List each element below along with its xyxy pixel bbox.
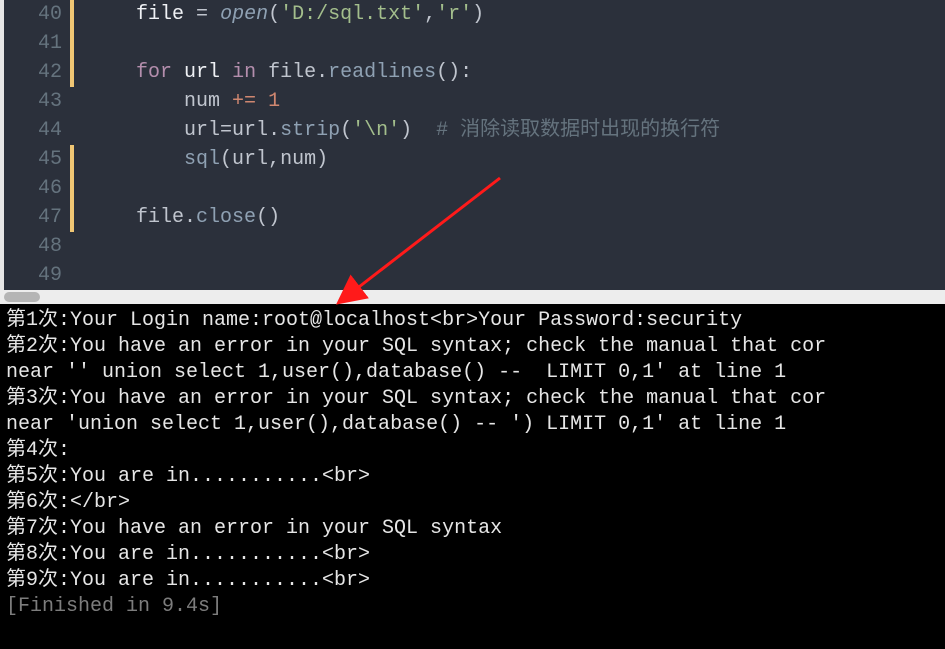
console-line: 第9次:You are in...........<br>: [6, 568, 939, 594]
code-line[interactable]: file = open('D:/sql.txt','r'): [88, 0, 945, 29]
output-console[interactable]: 第1次:Your Login name:root@localhost<br>Yo…: [0, 304, 945, 649]
modified-line-marker: [70, 0, 74, 29]
scrollbar-thumb[interactable]: [4, 292, 40, 302]
code-line[interactable]: num += 1: [88, 87, 945, 116]
console-line: 第5次:You are in...........<br>: [6, 464, 939, 490]
modified-line-marker: [70, 58, 74, 87]
code-line[interactable]: [88, 29, 945, 58]
code-line[interactable]: [88, 261, 945, 290]
modified-line-marker: [70, 145, 74, 174]
code-line[interactable]: [88, 232, 945, 261]
modified-line-marker: [70, 203, 74, 232]
console-line: 第6次:</br>: [6, 490, 939, 516]
code-area[interactable]: file = open('D:/sql.txt','r') for url in…: [76, 0, 945, 290]
line-number: 48: [0, 232, 62, 261]
console-line: 第3次:You have an error in your SQL syntax…: [6, 386, 939, 412]
console-line: 第8次:You are in...........<br>: [6, 542, 939, 568]
console-line: near '' union select 1,user(),database()…: [6, 360, 939, 386]
code-line[interactable]: for url in file.readlines():: [88, 58, 945, 87]
console-finished-line: [Finished in 9.4s]: [6, 594, 939, 620]
code-line[interactable]: file.close(): [88, 203, 945, 232]
line-number: 45: [0, 145, 62, 174]
console-line: near 'union select 1,user(),database() -…: [6, 412, 939, 438]
line-number: 40: [0, 0, 62, 29]
code-line[interactable]: [88, 174, 945, 203]
line-number-gutter: 40414243444546474849: [0, 0, 76, 290]
console-line: 第1次:Your Login name:root@localhost<br>Yo…: [6, 308, 939, 334]
horizontal-scrollbar[interactable]: [0, 290, 945, 304]
console-line: 第2次:You have an error in your SQL syntax…: [6, 334, 939, 360]
console-line: 第4次:: [6, 438, 939, 464]
console-line: 第7次:You have an error in your SQL syntax: [6, 516, 939, 542]
line-number: 49: [0, 261, 62, 290]
line-number: 41: [0, 29, 62, 58]
modified-line-marker: [70, 174, 74, 203]
modified-line-marker: [70, 29, 74, 58]
code-line[interactable]: sql(url,num): [88, 145, 945, 174]
line-number: 47: [0, 203, 62, 232]
code-line[interactable]: url=url.strip('\n') # 消除读取数据时出现的换行符: [88, 116, 945, 145]
code-editor[interactable]: 40414243444546474849 file = open('D:/sql…: [0, 0, 945, 290]
line-number: 46: [0, 174, 62, 203]
line-number: 43: [0, 87, 62, 116]
line-number: 42: [0, 58, 62, 87]
line-number: 44: [0, 116, 62, 145]
